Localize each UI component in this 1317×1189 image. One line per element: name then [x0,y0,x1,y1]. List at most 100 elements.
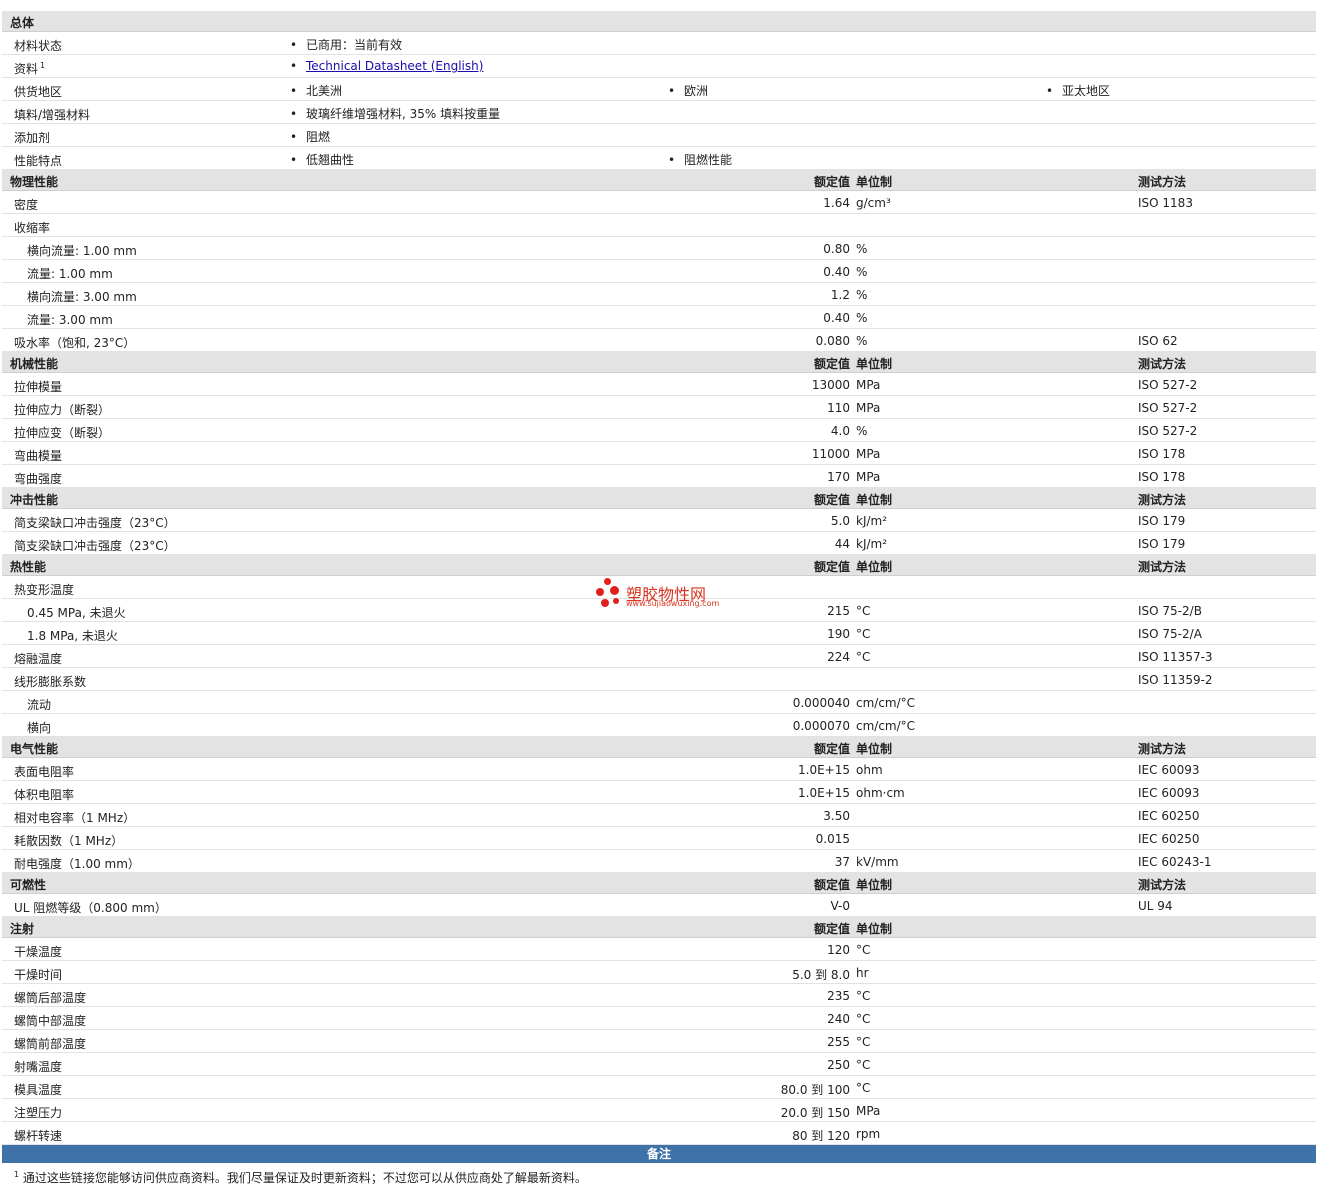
property-row: 体积电阻率 1.0E+15 ohm·cm IEC 60093 [2,781,1316,804]
property-method: IEC 60093 [1138,786,1200,800]
property-unit: MPa [856,1104,881,1118]
property-method: ISO 11357-3 [1138,650,1213,664]
property-label: 拉伸应力（断裂） [14,403,111,417]
property-label: 简支梁缺口冲击强度（23°C） [14,539,176,553]
property-method: ISO 527-2 [1138,424,1198,438]
region-item: 亚太地区 [1046,82,1110,99]
section-title: 物理性能 [10,175,59,189]
property-row: 密度 1.64 g/cm³ ISO 1183 [2,191,1316,214]
flammability-rows: UL 阻燃等级（0.800 mm） V-0 UL 94 [2,894,1316,917]
region-item: 北美洲 [290,82,342,99]
header-value: 额定值 [813,922,850,936]
header-value: 额定值 [813,560,850,574]
region-item: 欧洲 [668,82,708,99]
property-method: ISO 179 [1138,514,1186,528]
header-method: 测试方法 [1138,560,1187,574]
property-unit: MPa [856,470,881,484]
property-value: 1.2 [830,288,850,302]
property-row: 干燥时间 5.0 到 8.0 hr [2,961,1316,984]
property-value: 235 [827,989,850,1003]
property-method: ISO 527-2 [1138,401,1198,415]
row-value: Technical Datasheet (English) [290,59,483,73]
property-unit: °C [856,604,871,618]
property-label: 0.45 MPa, 未退火 [27,606,126,620]
property-label: 熔融温度 [14,652,63,666]
property-label: 螺筒前部温度 [14,1037,87,1051]
property-row: 干燥温度 120 °C [2,938,1316,961]
property-unit: % [856,265,868,279]
property-unit: °C [856,1081,871,1095]
property-row: 表面电阻率 1.0E+15 ohm IEC 60093 [2,758,1316,781]
header-unit: 单位制 [856,560,893,574]
notes-header: 备注 [2,1145,1316,1163]
property-row: 流动 0.000040 cm/cm/°C [2,691,1316,714]
property-value: 80.0 到 100 [780,1083,850,1097]
property-value: 170 [827,470,850,484]
property-method: ISO 11359-2 [1138,673,1213,687]
property-unit: °C [856,627,871,641]
property-unit: cm/cm/°C [856,696,916,710]
header-unit: 单位制 [856,742,893,756]
logo-dot-icon [613,598,619,604]
property-label: 横向 [27,721,52,735]
property-label: 简支梁缺口冲击强度（23°C） [14,516,176,530]
property-label: 流动 [27,698,52,712]
row-features: 性能特点 低翘曲性 阻燃性能 [2,147,1316,170]
property-unit: kJ/m² [856,514,888,528]
property-unit: cm/cm/°C [856,719,916,733]
property-method: ISO 178 [1138,470,1186,484]
property-label: 线形膨胀系数 [14,675,87,689]
property-label: 拉伸模量 [14,380,63,394]
property-row: 流量: 1.00 mm 0.40% [2,260,1316,283]
property-method: ISO 75-2/B [1138,604,1202,618]
property-unit: MPa [856,378,881,392]
technical-datasheet-link[interactable]: Technical Datasheet (English) [306,59,483,73]
row-value: 阻燃 [290,128,330,145]
logo-dot-icon [610,586,619,595]
property-method: IEC 60243-1 [1138,855,1212,869]
row-documents: 资料1 Technical Datasheet (English) [2,55,1316,78]
property-value: 1.0E+15 [798,763,850,777]
row-label: 资料 1 [14,61,46,76]
injection-rows: 干燥温度 120 °C 干燥时间 5.0 到 8.0 hr 螺筒后部温度 235 °C 螺筒中部温… [2,938,1316,1145]
section-electrical: 电气性能 额定值 单位制 测试方法 [2,737,1316,758]
property-value: 11000 [811,447,850,461]
property-label: 吸水率（饱和, 23°C） [14,336,136,350]
property-value: V-0 [830,899,850,913]
property-label: 螺筒后部温度 [14,991,87,1005]
header-unit: 单位制 [856,493,893,507]
property-unit: % [856,288,868,302]
property-value: 4.0 [830,424,850,438]
property-label: 流量: 1.00 mm [27,267,113,281]
notes-footnote: 1 通过这些链接您能够访问供应商资料。我们尽量保证及时更新资料；不过您可以从供应… [2,1163,1316,1187]
feature-item: 阻燃性能 [668,151,732,168]
property-value: 215 [827,604,850,618]
property-value: 3.50 [823,809,850,823]
property-row: 注塑压力 20.0 到 150 MPa [2,1099,1316,1122]
property-value: 110 [827,401,850,415]
property-row: 1.8 MPa, 未退火 190 °C ISO 75-2/A [2,622,1316,645]
property-label: 耗散因数（1 MHz） [14,834,124,848]
property-method: IEC 60093 [1138,763,1200,777]
watermark-url: www.sujiaowuxing.com [626,599,720,608]
property-unit: MPa [856,447,881,461]
property-unit: MPa [856,401,881,415]
row-regions: 供货地区 北美洲 欧洲 亚太地区 [2,78,1316,101]
section-title: 热性能 [10,560,47,574]
property-value: 0.40 [823,265,850,279]
property-row: 弯曲强度 170 MPa ISO 178 [2,465,1316,488]
property-method: ISO 1183 [1138,196,1193,210]
property-row: 相对电容率（1 MHz） 3.50 IEC 60250 [2,804,1316,827]
property-label: 表面电阻率 [14,765,75,779]
property-value: 0.015 [815,832,850,846]
property-unit: g/cm³ [856,196,891,210]
logo-dot-icon [604,578,611,585]
property-label: 射嘴温度 [14,1060,63,1074]
property-value: 1.0E+15 [798,786,850,800]
property-method: ISO 178 [1138,447,1186,461]
property-method: ISO 62 [1138,334,1178,348]
property-row: 螺筒中部温度 240 °C [2,1007,1316,1030]
property-value: 37 [834,855,850,869]
property-label: 相对电容率（1 MHz） [14,811,136,825]
header-value: 额定值 [813,493,850,507]
